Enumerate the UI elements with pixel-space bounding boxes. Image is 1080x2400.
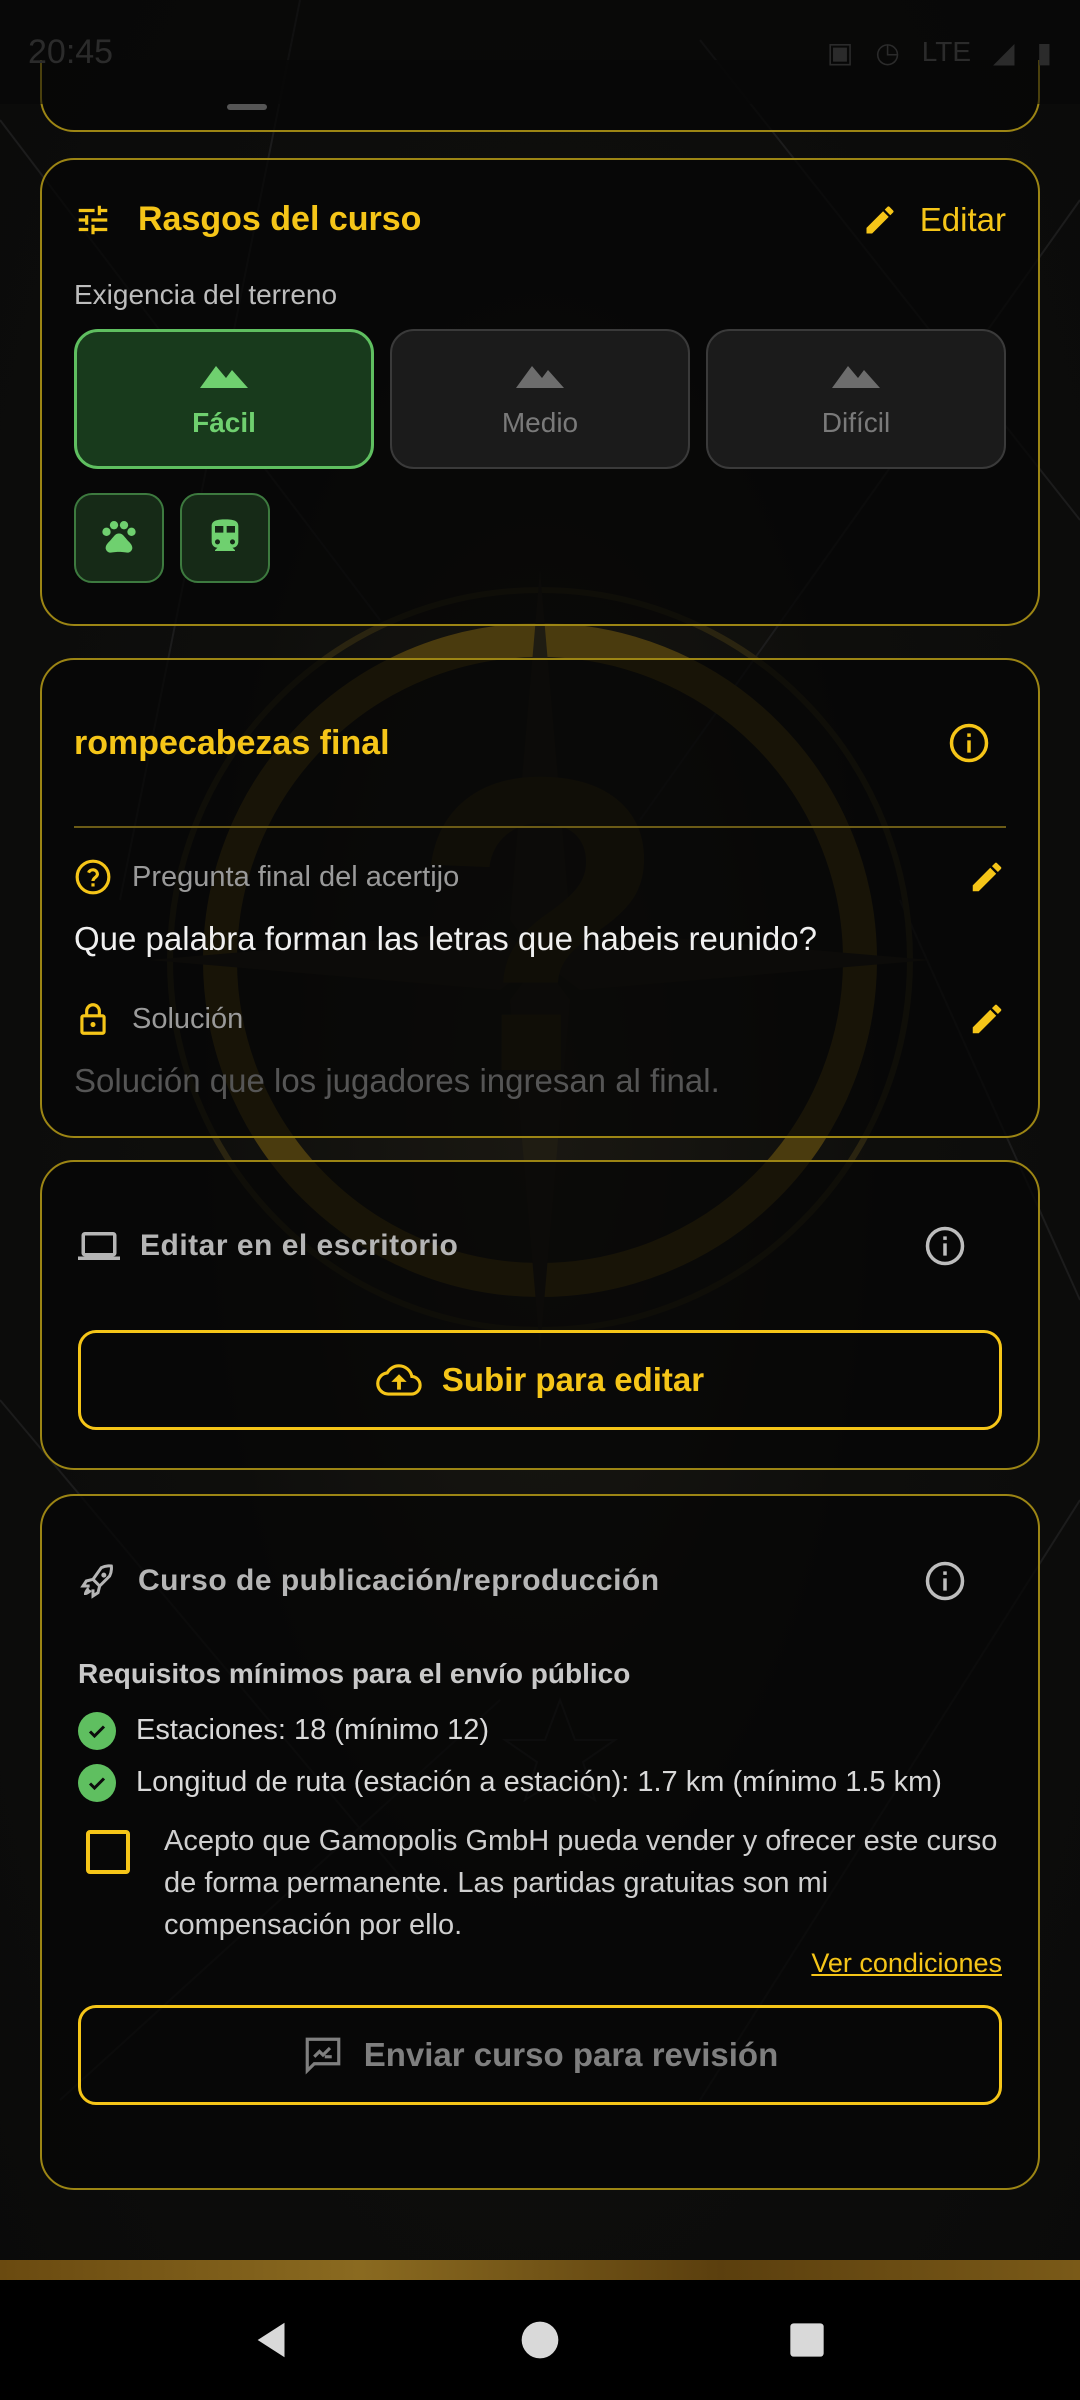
status-bar: 20:45 ▣ ◷ LTE ◢ ▮ (0, 0, 1080, 104)
screen: ? 20:45 ▣ ◷ LTE ◢ ▮ Rasgos del curso (0, 0, 1080, 2400)
submit-for-review-button[interactable]: Enviar curso para revisión (78, 2005, 1002, 2105)
difficulty-hard-button[interactable]: Difícil (706, 329, 1006, 469)
nav-back-button[interactable] (233, 2300, 313, 2380)
network-label: LTE (921, 36, 972, 67)
accept-terms-checkbox[interactable] (86, 1830, 130, 1874)
paw-icon (99, 516, 139, 561)
publish-card: Curso de publicación/reproducción Requis… (40, 1494, 1040, 2190)
difficulty-medium-button[interactable]: Medio (390, 329, 690, 469)
laptop-icon (78, 1225, 120, 1267)
tune-icon (74, 201, 112, 239)
view-conditions-link[interactable]: Ver condiciones (78, 1948, 1002, 1979)
pet-friendly-badge[interactable] (74, 493, 164, 583)
info-icon[interactable] (924, 1225, 966, 1267)
check-circle-icon (78, 1764, 116, 1802)
accept-terms-row: Acepto que Gamopolis GmbH pueda vender y… (78, 1820, 1002, 1946)
public-transport-badge[interactable] (180, 493, 270, 583)
course-traits-header: Rasgos del curso Editar (74, 200, 1006, 239)
pencil-icon (862, 202, 898, 238)
decorative-gold-strip (0, 2260, 1080, 2280)
requirement-text: Longitud de ruta (estación a estación): … (136, 1766, 942, 1798)
course-traits-title: Rasgos del curso (138, 200, 422, 238)
desktop-edit-header: Editar en el escritorio (78, 1162, 1002, 1330)
solution-placeholder[interactable]: Solución que los jugadores ingresan al f… (74, 1062, 1006, 1100)
course-traits-card: Rasgos del curso Editar Exigencia del te… (40, 158, 1040, 626)
status-icons: ▣ ◷ LTE ◢ ▮ (827, 36, 1052, 69)
system-navigation-bar (0, 2280, 1080, 2400)
difficulty-selector: Fácil Medio Difícil (74, 329, 1006, 469)
back-triangle-icon (257, 2322, 285, 2358)
edit-traits-button[interactable]: Editar (862, 201, 1006, 239)
solution-label: Solución (132, 1002, 244, 1035)
accept-terms-text: Acepto que Gamopolis GmbH pueda vender y… (164, 1825, 998, 1941)
question-field-header: Pregunta final del acertijo (74, 858, 1006, 896)
difficulty-easy-button[interactable]: Fácil (74, 329, 374, 469)
final-puzzle-card: rompecabezas final Pregunta final del ac… (40, 658, 1040, 1138)
train-icon (205, 516, 245, 561)
recents-square-icon (789, 2323, 824, 2357)
lock-icon (74, 1000, 112, 1038)
requirement-item: Longitud de ruta (estación a estación): … (78, 1762, 1002, 1802)
divider (74, 826, 1006, 828)
upload-to-edit-button[interactable]: Subir para editar (78, 1330, 1002, 1430)
info-icon[interactable] (948, 722, 990, 764)
requirement-text: Estaciones: 18 (mínimo 12) (136, 1714, 489, 1746)
terrain-label: Exigencia del terreno (74, 279, 338, 310)
question-value[interactable]: Que palabra forman las letras que habeis… (74, 920, 1006, 958)
difficulty-hard-label: Difícil (821, 406, 891, 438)
requirement-item: Estaciones: 18 (mínimo 12) (78, 1710, 1002, 1750)
difficulty-medium-label: Medio (501, 406, 579, 438)
solution-field-header: Solución (74, 1000, 1006, 1038)
final-puzzle-header: rompecabezas final (74, 660, 1006, 826)
check-circle-icon (78, 1712, 116, 1750)
upload-to-edit-label: Subir para editar (441, 1361, 705, 1398)
help-circle-icon (74, 858, 112, 896)
feature-badges (74, 493, 1006, 583)
submit-for-review-label: Enviar curso para revisión (363, 2036, 779, 2073)
home-circle-icon (521, 2321, 559, 2359)
status-time: 20:45 (28, 32, 114, 71)
final-puzzle-title: rompecabezas final (74, 723, 390, 762)
notification-icon: ▣ (826, 36, 854, 68)
desktop-edit-title: Editar en el escritorio (140, 1229, 459, 1262)
battery-icon: ▮ (1036, 36, 1052, 68)
edit-question-pencil-icon[interactable] (968, 858, 1006, 896)
mountain-icon (832, 360, 880, 393)
question-label: Pregunta final del acertijo (132, 860, 460, 893)
edit-solution-pencil-icon[interactable] (968, 1000, 1006, 1038)
publish-title: Curso de publicación/reproducción (138, 1564, 660, 1597)
rocket-icon (78, 1561, 118, 1601)
cloud-upload-icon (376, 1357, 422, 1403)
info-icon[interactable] (924, 1560, 966, 1602)
rate-review-icon (302, 2034, 344, 2076)
nav-recents-button[interactable] (767, 2300, 847, 2380)
publish-header: Curso de publicación/reproducción (78, 1496, 1002, 1666)
difficulty-easy-label: Fácil (192, 406, 256, 438)
requirements-title: Requisitos mínimos para el envío público (78, 1658, 631, 1689)
desktop-edit-card: Editar en el escritorio Subir para edita… (40, 1160, 1040, 1470)
signal-icon: ◢ (993, 36, 1015, 68)
mountain-icon (200, 360, 248, 393)
edit-traits-label: Editar (919, 200, 1006, 238)
mountain-icon (516, 360, 564, 393)
nav-home-button[interactable] (500, 2300, 580, 2380)
alarm-icon: ◷ (875, 36, 900, 68)
